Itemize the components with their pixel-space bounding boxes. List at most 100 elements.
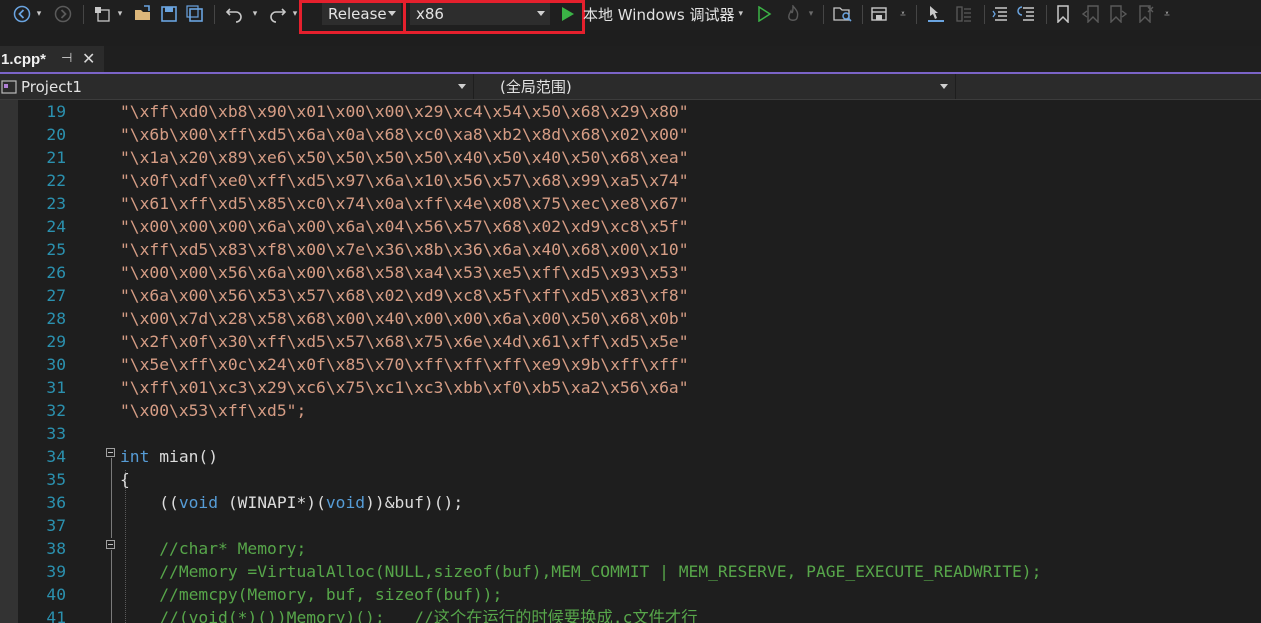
- new-project-icon[interactable]: [91, 3, 113, 25]
- code-text: "\x1a\x20\x89\xe6\x50\x50\x50\x50\x40\x5…: [120, 148, 689, 167]
- find-in-files-icon[interactable]: [831, 3, 855, 25]
- code-line: 41 //(void(*)())Memory)(); //这个在运行的时候要换成…: [0, 606, 1261, 623]
- nav-back-icon[interactable]: [9, 3, 35, 25]
- start-debug-icon[interactable]: [556, 3, 578, 25]
- code-text: "\xff\x01\xc3\x29\xc6\x75\xc1\xc3\xbb\xf…: [120, 378, 689, 397]
- open-file-icon[interactable]: [132, 3, 154, 25]
- code-line: 37: [0, 514, 1261, 537]
- bookmark-icon[interactable]: [1053, 3, 1073, 25]
- code-line: 39 //Memory =VirtualAlloc(NULL,sizeof(bu…: [0, 560, 1261, 583]
- code-line: 30 "\x5e\xff\x0c\x24\x0f\x85\x70\xff\xff\…: [0, 353, 1261, 376]
- code-text: "\xff\xd0\xb8\x90\x01\x00\x00\x29\xc4\x5…: [120, 102, 689, 121]
- redo-icon[interactable]: [266, 3, 290, 25]
- code-token: (WINAPI*)(: [218, 493, 326, 512]
- chevron-down-icon[interactable]: ▾: [806, 3, 816, 25]
- overflow-menu-icon[interactable]: ⩡: [897, 3, 909, 25]
- scope-dropdown[interactable]: (全局范围): [476, 74, 954, 99]
- pin-icon[interactable]: ⊣: [61, 51, 72, 66]
- code-token: ))&buf)();: [365, 493, 464, 512]
- code-text: {: [120, 470, 130, 489]
- code-editor[interactable]: 19 "\xff\xd0\xb8\x90\x01\x00\x00\x29\xc4\…: [0, 100, 1261, 623]
- line-number: 37: [46, 516, 66, 535]
- navigation-bar: Project1 (全局范围): [0, 74, 1261, 100]
- breakpoint-grid-icon[interactable]: [952, 3, 976, 25]
- start-without-debug-icon[interactable]: [754, 3, 774, 25]
- code-line: 23 "\x61\xff\xd5\x85\xc0\x74\x0a\xff\x4e\…: [0, 192, 1261, 215]
- document-tab-strip: 1.cpp* ⊣ ✕: [0, 46, 1261, 74]
- hot-reload-icon[interactable]: [782, 3, 804, 25]
- code-text: //memcpy(Memory, buf, sizeof(buf));: [120, 585, 503, 604]
- undo-icon[interactable]: [222, 3, 246, 25]
- line-number: 41: [46, 608, 66, 623]
- code-line: 21 "\x1a\x20\x89\xe6\x50\x50\x50\x50\x40\…: [0, 146, 1261, 169]
- save-icon[interactable]: [158, 3, 180, 25]
- code-text: "\xff\xd5\x83\xf8\x00\x7e\x36\x8b\x36\x6…: [120, 240, 689, 259]
- bookmark-next-icon[interactable]: [1106, 3, 1130, 25]
- run-target-button[interactable]: 本地 Windows 调试器 ▾: [583, 3, 749, 25]
- project-dropdown[interactable]: Project1: [0, 74, 472, 99]
- code-line: 20 "\x6b\x00\xff\xd5\x6a\x0a\x68\xc0\xa8\…: [0, 123, 1261, 146]
- code-text: int mian(): [120, 445, 218, 468]
- code-text: ((void (WINAPI*)(void))&buf)();: [120, 491, 463, 514]
- line-number: 29: [46, 332, 66, 351]
- close-icon[interactable]: ✕: [82, 49, 95, 68]
- chevron-down-icon: [458, 84, 466, 89]
- code-line: 31 "\xff\x01\xc3\x29\xc6\x75\xc1\xc3\xbb\…: [0, 376, 1261, 399]
- code-line: 33: [0, 422, 1261, 445]
- code-line: 27 "\x6a\x00\x56\x53\x57\x68\x02\xd9\xc8\…: [0, 284, 1261, 307]
- run-target-label: 本地 Windows 调试器: [583, 5, 735, 24]
- code-text: "\x00\x00\x56\x6a\x00\x68\x58\xa4\x53\xe…: [120, 263, 689, 282]
- keyword: int: [120, 447, 150, 466]
- code-line: 22 "\x0f\xdf\xe0\xff\xd5\x97\x6a\x10\x56\…: [0, 169, 1261, 192]
- tab-1-cpp[interactable]: 1.cpp* ⊣ ✕: [0, 46, 104, 72]
- main-toolbar: ▾ ▾ ▾ ▾ Release x86 本地 Windows 调试器 ▾ ▾ ⩡…: [0, 0, 1261, 34]
- toolbar-overflow-icon[interactable]: ⩡: [1161, 3, 1173, 25]
- code-line: 25 "\xff\xd5\x83\xf8\x00\x7e\x36\x8b\x36\…: [0, 238, 1261, 261]
- uncomment-lines-icon[interactable]: [1015, 3, 1039, 25]
- code-text: "\x00\x53\xff\xd5";: [120, 401, 307, 420]
- tab-title: 1.cpp*: [1, 50, 47, 68]
- code-token: mian(): [149, 447, 219, 466]
- code-line: 40 //memcpy(Memory, buf, sizeof(buf));: [0, 583, 1261, 606]
- bookmark-clear-icon[interactable]: [1133, 3, 1157, 25]
- window-layout-icon[interactable]: [868, 3, 890, 25]
- keyword: void: [325, 493, 366, 512]
- code-line: 34 int mian(): [0, 445, 1261, 468]
- chevron-down-icon[interactable]: ▾: [34, 3, 44, 25]
- line-number: 27: [46, 286, 66, 305]
- code-token: ((: [120, 493, 179, 512]
- bookmark-prev-icon[interactable]: [1079, 3, 1103, 25]
- highlight-box: [299, 0, 406, 34]
- chevron-down-icon: [940, 84, 948, 89]
- line-number: 34: [46, 447, 66, 466]
- chevron-down-icon[interactable]: ▾: [115, 3, 125, 25]
- line-number: 23: [46, 194, 66, 213]
- line-number: 24: [46, 217, 66, 236]
- code-text: //(void(*)())Memory)(); //这个在运行的时候要换成.c文…: [120, 608, 698, 623]
- code-text: "\x61\xff\xd5\x85\xc0\x74\x0a\xff\x4e\x0…: [120, 194, 689, 213]
- step-icon[interactable]: [924, 3, 948, 25]
- nav-forward-icon[interactable]: [53, 3, 73, 25]
- line-number: 35: [46, 470, 66, 489]
- code-text: //Memory =VirtualAlloc(NULL,sizeof(buf),…: [120, 562, 1042, 581]
- line-number: 19: [46, 102, 66, 121]
- save-all-icon[interactable]: [184, 3, 206, 25]
- code-line: 26 "\x00\x00\x56\x6a\x00\x68\x58\xa4\x53\…: [0, 261, 1261, 284]
- code-line: 32 "\x00\x53\xff\xd5";: [0, 399, 1261, 422]
- line-number: 39: [46, 562, 66, 581]
- project-label: Project1: [21, 77, 82, 96]
- code-text: //char* Memory;: [120, 539, 307, 558]
- line-number: 32: [46, 401, 66, 420]
- code-text: "\x0f\xdf\xe0\xff\xd5\x97\x6a\x10\x56\x5…: [120, 171, 689, 190]
- comment-lines-icon[interactable]: [990, 3, 1012, 25]
- code-text: "\x00\x00\x00\x6a\x00\x6a\x04\x56\x57\x6…: [120, 217, 689, 236]
- line-number: 26: [46, 263, 66, 282]
- keyword: void: [178, 493, 219, 512]
- chevron-down-icon[interactable]: ▾: [250, 3, 260, 25]
- line-number: 40: [46, 585, 66, 604]
- code-text: "\x2f\x0f\x30\xff\xd5\x57\x68\x75\x6e\x4…: [120, 332, 689, 351]
- chevron-down-icon: ▾: [738, 9, 744, 19]
- line-number: 25: [46, 240, 66, 259]
- line-number: 33: [46, 424, 66, 443]
- line-number: 30: [46, 355, 66, 374]
